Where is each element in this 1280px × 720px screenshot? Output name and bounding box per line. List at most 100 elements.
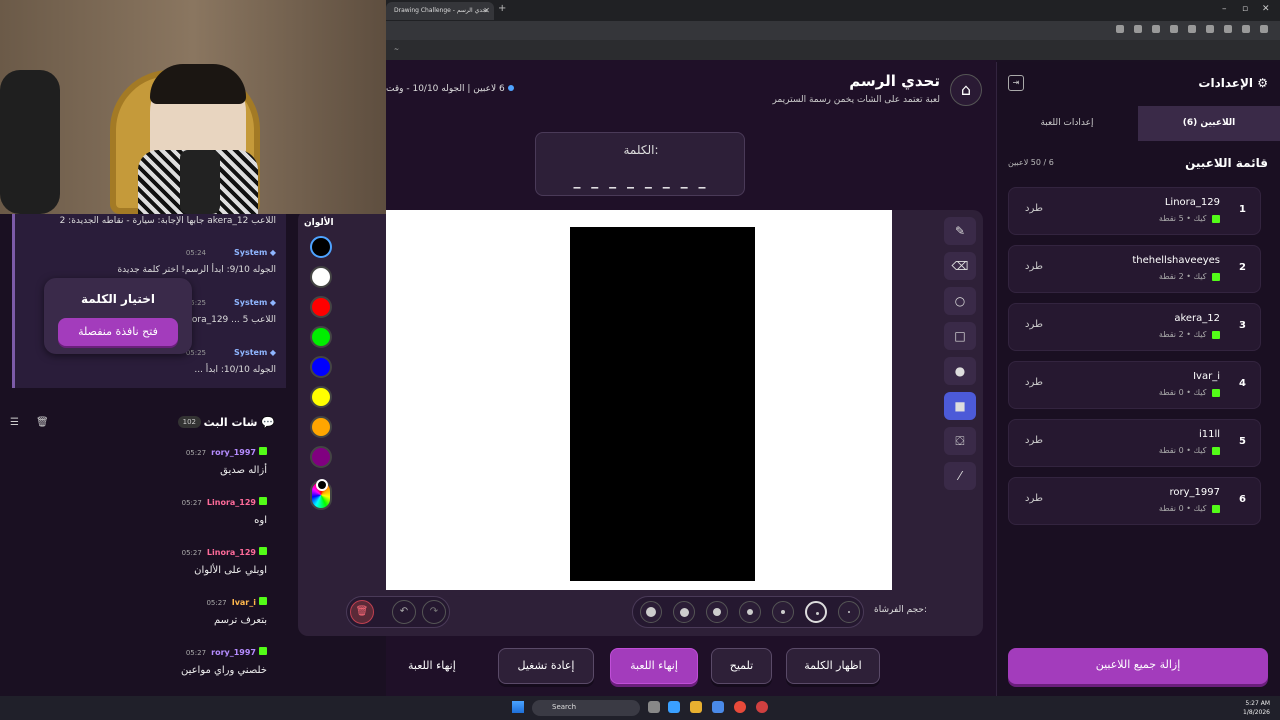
close-window-icon[interactable]: ✕ (1262, 4, 1270, 14)
shield-icon[interactable] (1188, 25, 1196, 33)
kick-logo-icon (1212, 272, 1220, 281)
clear-canvas-button[interactable]: 🗑 (350, 600, 374, 624)
menu-icon[interactable] (1260, 25, 1268, 33)
sidebar-icon[interactable] (1224, 25, 1232, 33)
star-icon[interactable] (1152, 25, 1160, 33)
kick-player-button[interactable]: طرد (1025, 203, 1043, 214)
player-name: akera_12 (1174, 313, 1220, 324)
browser-tabbar (386, 0, 1280, 21)
taskbar-search[interactable]: Search (532, 700, 640, 716)
edge-icon[interactable] (668, 701, 680, 713)
system-icon: ◆ (269, 348, 276, 357)
minimize-icon[interactable]: – (1222, 4, 1227, 14)
app-icon[interactable] (756, 701, 768, 713)
task-view-icon[interactable] (648, 701, 660, 713)
undo-button[interactable]: ↶ (392, 600, 416, 624)
rectangle-outline-icon[interactable]: □ (944, 322, 976, 350)
chat-message-header: 05:27 Linora_129 (182, 540, 267, 559)
brush-size-option[interactable] (673, 601, 695, 623)
end-game-button[interactable]: إنهاء اللعبة (610, 648, 698, 684)
collapse-panel-icon[interactable]: ⇥ (1008, 75, 1024, 91)
brush-size-option[interactable] (739, 601, 761, 623)
kick-logo-icon (1212, 388, 1220, 397)
kick-player-button[interactable]: طرد (1025, 319, 1043, 330)
game-stats: 6 لاعبين | الجوله 10/10 - وقت (386, 84, 526, 94)
redo-button[interactable]: ↷ (422, 600, 446, 624)
kick-player-button[interactable]: طرد (1025, 377, 1043, 388)
chat-user[interactable]: rory_1997 (211, 448, 256, 457)
chat-user[interactable]: Ivar_i (232, 598, 256, 607)
player-row: 1 Linora_129 كيك • 5 نقطة طرد (1008, 187, 1261, 235)
brush-size-option[interactable] (805, 601, 827, 623)
kick-player-button[interactable]: طرد (1025, 261, 1043, 272)
player-rank: 2 (1239, 262, 1246, 273)
settings-title: الإعدادات ⚙ (1198, 76, 1268, 90)
trash-icon: 🗑 (355, 606, 369, 617)
brush-dot-icon (679, 607, 689, 617)
windows-start-icon[interactable] (512, 701, 524, 713)
chat-message: 05:27 rory_1997 أزاله صديق (186, 440, 267, 476)
chat-count-badge: 102 (177, 416, 201, 428)
open-window-button[interactable]: فتح نافذة منفصلة (58, 318, 178, 346)
zoom-icon[interactable] (1134, 25, 1142, 33)
browser-tab[interactable]: Drawing Challenge - تحدي الرسم ✕ (386, 2, 494, 20)
file-explorer-icon[interactable] (690, 701, 702, 713)
profile-icon[interactable] (1242, 25, 1250, 33)
player-meta-text: كيك • 0 نقطة (1158, 388, 1207, 397)
brush-size-option[interactable] (838, 601, 860, 623)
translate-icon[interactable] (1116, 25, 1124, 33)
chat-user[interactable]: rory_1997 (211, 648, 256, 657)
chat-user[interactable]: Linora_129 (207, 498, 256, 507)
end-game-text[interactable]: إنهاء اللعبة (408, 659, 456, 672)
new-tab-icon[interactable]: + (498, 3, 506, 14)
tab-players[interactable]: اللاعبين (6) (1138, 106, 1280, 141)
color-swatch[interactable] (310, 446, 332, 468)
circle-outline-icon[interactable]: ○ (944, 287, 976, 315)
color-swatch[interactable] (310, 356, 332, 378)
chat-text: اوه (254, 515, 267, 526)
puzzle-icon[interactable] (1206, 25, 1214, 33)
player-meta-text: كيك • 2 نقطة (1158, 272, 1207, 281)
system-message: اللاعب Linora_129 ... 5 (179, 315, 276, 325)
system-message: الجوله 9/10: ابدأ الرسم! اختر كلمة جديدة (117, 265, 276, 275)
players-count: 6 / 50 لاعبين (1008, 158, 1054, 167)
store-icon[interactable] (712, 701, 724, 713)
rectangle-fill-icon[interactable]: ■ (944, 392, 976, 420)
filter-icon[interactable]: ☰ (10, 417, 19, 428)
chat-message-header: 05:27 rory_1997 (186, 440, 267, 459)
system-message: اللاعب akera_12 جابها الإجابة: سيارة - ن… (60, 216, 276, 226)
kick-player-button[interactable]: طرد (1025, 435, 1043, 446)
chat-time: 05:27 (181, 549, 202, 557)
color-swatch[interactable] (310, 236, 332, 258)
color-swatch[interactable] (310, 326, 332, 348)
home-button[interactable]: ⌂ (950, 74, 982, 106)
trash-icon[interactable]: 🗑 (36, 417, 49, 428)
remove-all-players-button[interactable]: إزالة جميع اللاعبين (1008, 648, 1268, 684)
extension-icon[interactable] (1170, 25, 1178, 33)
bookmark-item[interactable]: ~ (394, 46, 399, 53)
app-subtitle: لعبة تعتمد على الشات يخمن رسمة الستريمر (772, 95, 940, 105)
color-swatch[interactable] (310, 416, 332, 438)
fill-bucket-icon[interactable]: ⛋ (944, 427, 976, 455)
pencil-icon[interactable]: ✎ (944, 217, 976, 245)
brush-size-option[interactable] (640, 601, 662, 623)
kick-player-button[interactable]: طرد (1025, 493, 1043, 504)
color-swatch[interactable] (310, 296, 332, 318)
tab-game-settings[interactable]: إعدادات اللعبة (996, 106, 1138, 141)
eraser-icon[interactable]: ⌫ (944, 252, 976, 280)
line-icon[interactable]: ⁄ (944, 462, 976, 490)
restart-button[interactable]: إعادة تشغيل (498, 648, 594, 684)
chat-user[interactable]: Linora_129 (207, 548, 256, 557)
player-row: 3 akera_12 كيك • 2 نقطة طرد (1008, 303, 1261, 351)
maximize-icon[interactable]: ▫ (1242, 4, 1248, 14)
close-tab-icon[interactable]: ✕ (483, 6, 490, 15)
brush-size-option[interactable] (772, 601, 794, 623)
color-swatch[interactable] (310, 386, 332, 408)
chat-text: اوبلي على الألوان (194, 565, 267, 576)
show-word-button[interactable]: اظهار الكلمة (786, 648, 880, 684)
circle-fill-icon[interactable]: ● (944, 357, 976, 385)
color-swatch[interactable] (310, 266, 332, 288)
hint-button[interactable]: تلميح (711, 648, 772, 684)
brush-size-option[interactable] (706, 601, 728, 623)
chrome-icon[interactable] (734, 701, 746, 713)
